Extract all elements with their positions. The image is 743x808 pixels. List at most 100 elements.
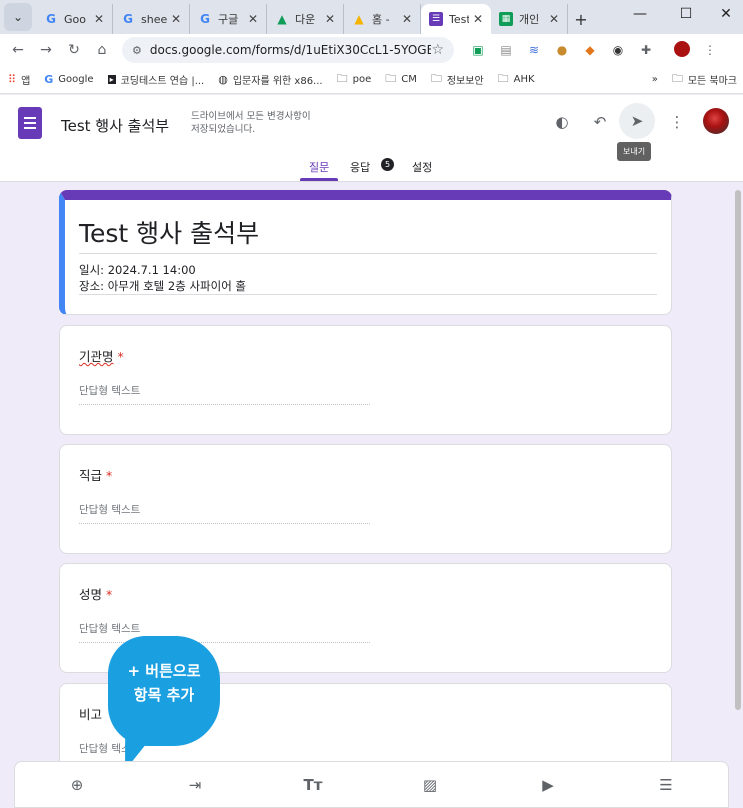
folder-icon: 🗀 <box>497 72 509 85</box>
browser-tab[interactable]: G 구글 ✕ <box>190 4 267 34</box>
sticker-text: + 버튼으로 <box>127 662 201 680</box>
import-questions-icon[interactable]: ⇥ <box>184 774 206 796</box>
back-icon[interactable]: ← <box>4 42 32 58</box>
close-window-icon[interactable]: ✕ <box>706 6 743 22</box>
description-line: 장소: 아무개 호텔 2층 사파이어 홀 <box>79 279 247 293</box>
cookie-extension-icon[interactable]: ● <box>548 43 576 57</box>
bookmark-icon: ▸ <box>107 75 116 84</box>
responses-count-badge: 5 <box>381 158 394 171</box>
bookmarks-bar: ⠿ 앱 G Google ▸ 코딩테스트 연습 |... ◍ 입문자를 위한 x86..… <box>0 66 743 94</box>
folder-icon: 🗀 <box>430 72 442 85</box>
browser-tab[interactable]: ▲ 홈 - ✕ <box>344 4 421 34</box>
close-icon[interactable]: ✕ <box>325 12 335 26</box>
url-text: docs.google.com/forms/d/1uEtiX30CcL1-5YO… <box>149 43 432 57</box>
question-card[interactable]: 직급 * 단답형 텍스트 <box>59 444 672 554</box>
extension-icon[interactable]: ▤ <box>492 43 520 57</box>
add-video-icon[interactable]: ▶ <box>537 774 559 796</box>
form-title[interactable]: Test 행사 출석부 <box>79 214 259 250</box>
close-icon[interactable]: ✕ <box>171 12 181 26</box>
tab-responses[interactable]: 응답 <box>350 159 370 175</box>
folder-icon: 🗀 <box>336 72 348 85</box>
browser-toolbar: ← → ↻ ⌂ ⚙ docs.google.com/forms/d/1uEtiX… <box>0 34 743 66</box>
add-question-icon[interactable]: ⊕ <box>66 774 88 796</box>
bookmark-folder-cm[interactable]: 🗀 CM <box>385 70 417 89</box>
all-bookmarks[interactable]: 🗀 모든 북마크 <box>672 70 737 89</box>
metamask-extension-icon[interactable]: ◆ <box>576 43 604 57</box>
forms-logo-icon[interactable] <box>18 107 42 139</box>
drive-icon: ▲ <box>354 12 364 26</box>
question-card[interactable]: 기관명 * 단답형 텍스트 <box>59 325 672 435</box>
browser-tab-active[interactable]: ☰ Test ✕ <box>421 4 491 34</box>
browser-tab-strip: ⌄ G Goo ✕ Gshee ✕ G 구글 ✕ ▲ 다운 ✕ ▲ 홈 - ✕ ☰ Test ✕ ▦ 개… <box>0 0 743 34</box>
close-icon[interactable]: ✕ <box>473 12 483 26</box>
bookmark-google[interactable]: G Google <box>44 73 93 86</box>
add-title-icon[interactable]: Tт <box>302 774 324 796</box>
bookmark-coding-test[interactable]: ▸ 코딩테스트 연습 |... <box>107 72 205 87</box>
more-bookmarks-icon[interactable]: » <box>652 74 658 85</box>
undo-icon[interactable]: ↶ <box>587 109 613 135</box>
close-icon[interactable]: ✕ <box>248 12 258 26</box>
send-icon[interactable]: ➤ <box>619 103 655 139</box>
google-icon: G <box>44 73 54 86</box>
question-toolbar: ⊕ ⇥ Tт ▨ ▶ ☰ <box>14 761 729 808</box>
address-bar[interactable]: ⚙ docs.google.com/forms/d/1uEtiX30CcL1-5… <box>122 37 454 63</box>
bookmark-label: 모든 북마크 <box>687 76 737 87</box>
folder-icon: 🗀 <box>385 72 397 85</box>
tab-label: shee <box>141 12 167 26</box>
bookmark-label: Google <box>58 74 94 85</box>
profile-avatar-icon[interactable] <box>668 40 696 60</box>
question-label: 비고 <box>79 704 106 723</box>
bookmark-x86[interactable]: ◍ 입문자를 위한 x86... <box>218 72 322 87</box>
palette-icon[interactable]: ◐ <box>549 109 575 135</box>
close-icon[interactable]: ✕ <box>402 12 412 26</box>
extensions-puzzle-icon[interactable]: ✚ <box>632 43 660 57</box>
tab-questions[interactable]: 질문 <box>309 159 329 175</box>
browser-tab[interactable]: ▲ 다운 ✕ <box>267 4 344 34</box>
scrollbar-thumb[interactable] <box>735 190 741 710</box>
form-description[interactable]: 일시: 2024.7.1 14:00 장소: 아무개 호텔 2층 사파이어 홀 <box>79 262 246 294</box>
globe-icon: ◍ <box>218 73 228 86</box>
browser-tab[interactable]: G Goo ✕ <box>36 4 113 34</box>
avatar[interactable] <box>703 108 729 134</box>
tab-search-chevron-icon[interactable]: ⌄ <box>4 3 32 31</box>
bookmark-folder-poe[interactable]: 🗀 poe <box>337 70 372 89</box>
browser-menu-icon[interactable]: ⋮ <box>696 43 724 57</box>
bookmark-label: 정보보안 <box>446 76 484 87</box>
add-image-icon[interactable]: ▨ <box>419 774 441 796</box>
browser-tab[interactable]: ▦ 개인 ✕ <box>491 4 568 34</box>
short-answer-field: 단답형 텍스트 <box>79 502 370 524</box>
bookmark-folder-security[interactable]: 🗀 정보보안 <box>431 70 484 89</box>
bookmark-star-icon[interactable]: ☆ <box>431 42 444 58</box>
maximize-icon[interactable]: ☐ <box>666 6 706 22</box>
reload-icon[interactable]: ↻ <box>60 42 88 58</box>
tab-label: Test <box>449 12 469 26</box>
forms-icon: ☰ <box>429 12 443 26</box>
extension-icon[interactable]: ◉ <box>604 43 632 57</box>
add-section-icon[interactable]: ☰ <box>655 774 677 796</box>
site-info-icon[interactable]: ⚙ <box>132 44 142 57</box>
description-line: 일시: 2024.7.1 14:00 <box>79 263 196 277</box>
bookmark-label: 앱 <box>21 76 31 87</box>
form-title-card[interactable]: Test 행사 출석부 일시: 2024.7.1 14:00 장소: 아무개 호… <box>59 190 672 315</box>
google-icon: G <box>123 12 133 26</box>
extension-icon[interactable]: ▣ <box>464 43 492 57</box>
extension-icon[interactable]: ≋ <box>520 43 548 57</box>
bookmark-label: 코딩테스트 연습 |... <box>120 76 205 87</box>
browser-tab[interactable]: Gshee ✕ <box>113 4 190 34</box>
forward-icon[interactable]: → <box>32 42 60 58</box>
close-icon[interactable]: ✕ <box>94 12 104 26</box>
minimize-icon[interactable]: — <box>620 6 660 22</box>
tab-label: 홈 - <box>372 13 390 26</box>
form-name[interactable]: Test 행사 출석부 <box>61 115 169 136</box>
divider <box>79 253 657 254</box>
close-icon[interactable]: ✕ <box>549 12 559 26</box>
drive-icon: ▲ <box>277 12 287 26</box>
tab-settings[interactable]: 설정 <box>412 159 432 175</box>
required-asterisk: * <box>106 587 113 602</box>
bookmark-folder-ahk[interactable]: 🗀 AHK <box>498 70 535 89</box>
bookmark-apps[interactable]: ⠿ 앱 <box>8 72 30 87</box>
new-tab-icon[interactable]: + <box>568 4 594 34</box>
bookmark-label: AHK <box>513 74 535 85</box>
home-icon[interactable]: ⌂ <box>88 42 116 58</box>
more-options-icon[interactable]: ⋮ <box>664 109 690 135</box>
